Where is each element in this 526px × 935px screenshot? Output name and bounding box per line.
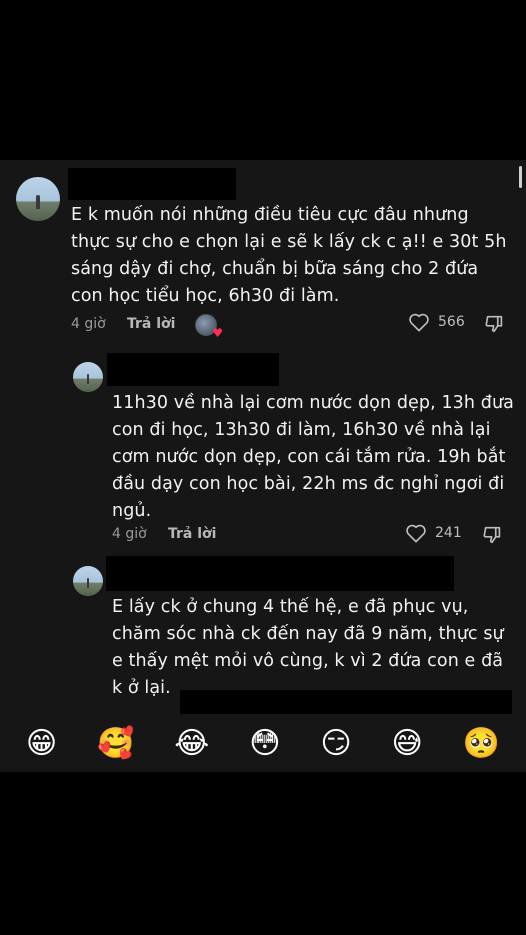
like-count: 566 bbox=[438, 314, 465, 330]
avatar[interactable] bbox=[73, 566, 103, 596]
comment-text: E k muốn nói những điều tiêu cực đâu như… bbox=[71, 205, 507, 306]
heart-outline-icon bbox=[409, 313, 429, 332]
emoji-button[interactable]: 😏 bbox=[320, 726, 351, 762]
creator-liked-icon: ♥ bbox=[195, 314, 223, 339]
emoji-button[interactable]: 🥺 bbox=[463, 726, 500, 762]
redacted-username bbox=[68, 168, 236, 200]
scrollbar[interactable] bbox=[519, 166, 522, 188]
avatar[interactable] bbox=[16, 177, 60, 221]
emoji-button[interactable]: 🥰 bbox=[97, 726, 134, 762]
like-button[interactable]: 566 bbox=[408, 312, 465, 332]
redacted-username bbox=[107, 353, 279, 386]
like-count: 241 bbox=[435, 525, 462, 541]
comment-text: E lấy ck ở chung 4 thế hệ, e đã phục vụ,… bbox=[112, 597, 504, 698]
heart-outline-icon bbox=[406, 524, 426, 543]
redacted-region bbox=[180, 690, 512, 714]
reply-button[interactable]: Trả lời bbox=[168, 526, 216, 542]
redacted-username bbox=[106, 556, 454, 591]
emoji-button[interactable]: 😳 bbox=[249, 726, 280, 762]
emoji-quick-bar: 😁 🥰 😂 😳 😏 😅 🥺 bbox=[0, 720, 526, 768]
comment-time: 4 giờ bbox=[112, 526, 147, 542]
emoji-button[interactable]: 😂 bbox=[174, 726, 209, 762]
avatar[interactable] bbox=[73, 362, 103, 392]
comments-panel: E k muốn nói những điều tiêu cực đâu như… bbox=[0, 160, 526, 772]
comment-time: 4 giờ bbox=[71, 316, 106, 332]
reply-button[interactable]: Trả lời bbox=[127, 316, 175, 332]
emoji-button[interactable]: 😅 bbox=[391, 726, 422, 762]
like-button[interactable]: 241 bbox=[405, 523, 462, 543]
emoji-button[interactable]: 😁 bbox=[26, 726, 57, 762]
dislike-icon[interactable] bbox=[484, 313, 506, 335]
comment-text: 11h30 về nhà lại cơm nước dọn dẹp, 13h đ… bbox=[112, 393, 514, 521]
dislike-icon[interactable] bbox=[482, 524, 504, 546]
